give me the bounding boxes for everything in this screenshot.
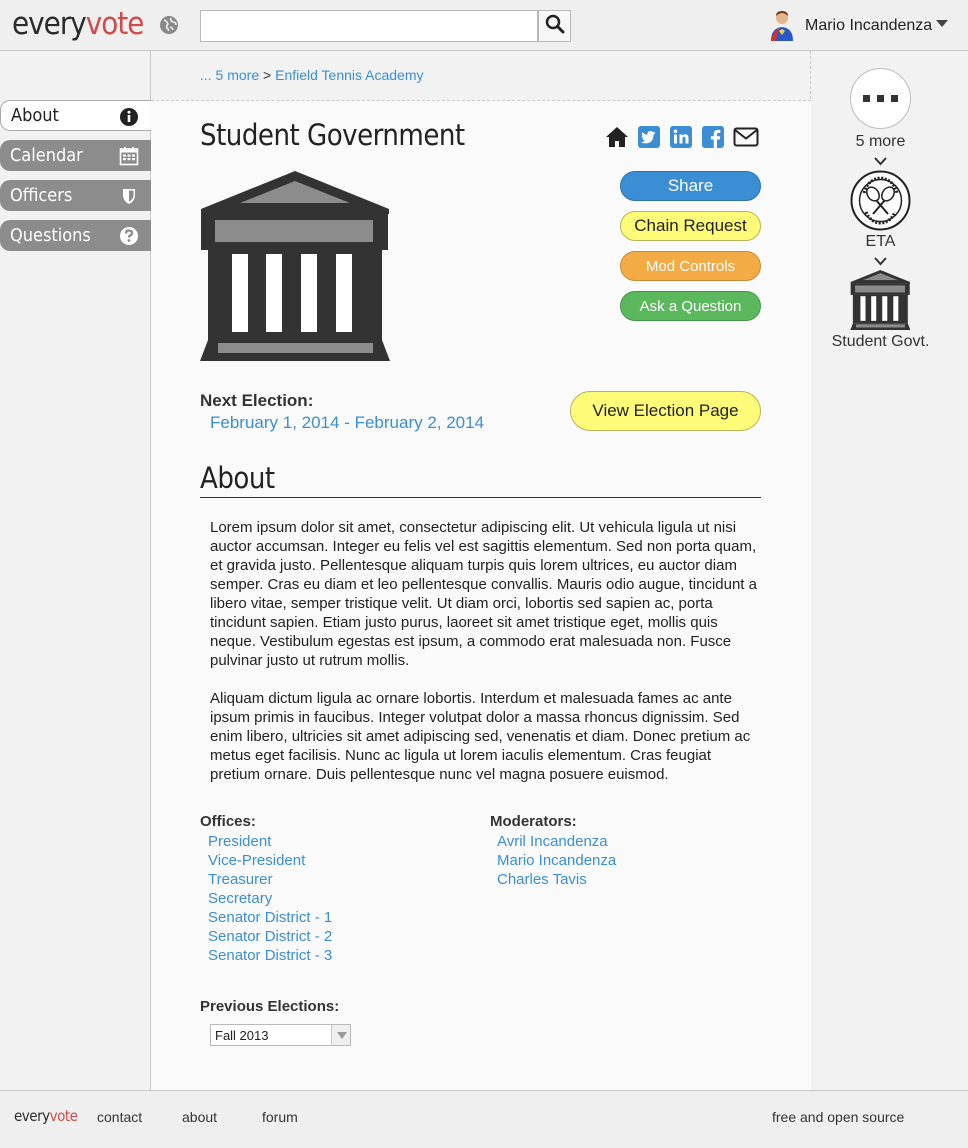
sidebar-item-label: About [11, 105, 59, 126]
offices-list: President Vice-President Treasurer Secre… [208, 832, 332, 965]
mod-controls-button[interactable]: Mod Controls [620, 251, 761, 281]
info-icon [119, 107, 139, 127]
share-icons [605, 125, 759, 149]
left-sidebar: About Calendar Officers Questions [0, 51, 151, 1090]
chevron-down-icon[interactable] [936, 20, 948, 27]
page-title: Student Government [200, 118, 465, 152]
office-link[interactable]: Senator District - 1 [208, 908, 332, 927]
footer-logo[interactable]: everyvote [14, 1107, 78, 1125]
more-ellipsis-icon[interactable] [850, 68, 911, 129]
facebook-icon[interactable] [701, 125, 725, 149]
top-bar: everyvote Mario Incandenza [0, 0, 968, 51]
sidebar-item-about[interactable]: About [0, 100, 151, 131]
sidebar-item-label: Questions [10, 225, 91, 246]
globe-icon[interactable] [158, 14, 180, 36]
main-panel: ... 5 more > Enfield Tennis Academy Stud… [151, 51, 811, 1090]
about-paragraph-1: Lorem ipsum dolor sit amet, consectetur … [210, 519, 757, 669]
email-icon[interactable] [733, 125, 759, 149]
office-link[interactable]: Vice-President [208, 851, 332, 870]
twitter-icon[interactable] [637, 125, 661, 149]
moderator-link[interactable]: Charles Tavis [497, 870, 616, 889]
select-value: Fall 2013 [215, 1028, 269, 1043]
sidebar-item-calendar[interactable]: Calendar [0, 140, 151, 171]
more-link[interactable]: 5 more [811, 133, 950, 151]
about-heading: About [200, 461, 761, 498]
breadcrumb-current-link[interactable]: Enfield Tennis Academy [275, 67, 423, 83]
logo-every-text: every [12, 6, 87, 42]
office-link[interactable]: Treasurer [208, 870, 332, 889]
user-name[interactable]: Mario Incandenza [805, 17, 932, 35]
footer-logo-vote: vote [49, 1107, 78, 1125]
footer-contact-link[interactable]: contact [97, 1109, 142, 1125]
breadcrumb-separator: > [263, 67, 272, 83]
student-govt-icon[interactable] [850, 270, 911, 330]
breadcrumb-more-link[interactable]: ... 5 more [200, 67, 259, 83]
ask-question-button[interactable]: Ask a Question [620, 291, 761, 321]
moderator-link[interactable]: Avril Incandenza [497, 832, 616, 851]
footer-logo-every: every [14, 1107, 50, 1125]
view-election-button[interactable]: View Election Page [570, 391, 761, 431]
next-election-dates[interactable]: February 1, 2014 - February 2, 2014 [210, 413, 484, 433]
breadcrumb: ... 5 more > Enfield Tennis Academy [200, 67, 424, 83]
sidebar-item-officers[interactable]: Officers [0, 180, 151, 211]
office-link[interactable]: Senator District - 2 [208, 927, 332, 946]
question-icon [119, 226, 139, 246]
next-election-label: Next Election: [200, 391, 314, 410]
home-icon[interactable] [605, 125, 629, 149]
sidebar-item-label: Calendar [10, 145, 83, 166]
sidebar-item-questions[interactable]: Questions [0, 220, 151, 251]
logo-vote-text: vote [85, 6, 145, 42]
footer-forum-link[interactable]: forum [262, 1109, 298, 1125]
offices-label: Offices: [200, 813, 256, 830]
chain-request-button[interactable]: Chain Request [620, 211, 761, 241]
share-button[interactable]: Share [620, 171, 761, 201]
previous-elections-label: Previous Elections: [200, 998, 340, 1015]
shield-icon [119, 186, 139, 206]
moderators-list: Avril Incandenza Mario Incandenza Charle… [497, 832, 616, 889]
content-area: Student Government Share Chain Request M… [151, 100, 811, 1090]
office-link[interactable]: Senator District - 3 [208, 946, 332, 965]
eta-label[interactable]: ETA [811, 233, 950, 251]
footer-about-link[interactable]: about [182, 1109, 217, 1125]
footer-foss-link[interactable]: free and open source [772, 1109, 904, 1125]
previous-elections-select[interactable]: Fall 2013 [210, 1024, 351, 1046]
sidebar-item-label: Officers [10, 185, 73, 206]
about-paragraph-2: Aliquam dictum ligula ac ornare lobortis… [210, 690, 751, 783]
chevron-down-icon[interactable] [331, 1025, 350, 1045]
chevron-down-icon[interactable] [874, 253, 887, 266]
footer: everyvote contact about forum free and o… [0, 1090, 968, 1148]
search-button[interactable] [538, 10, 571, 42]
calendar-icon [119, 146, 139, 166]
moderators-label: Moderators: [490, 813, 577, 830]
moderator-link[interactable]: Mario Incandenza [497, 851, 616, 870]
student-govt-label[interactable]: Student Govt. [811, 333, 950, 351]
search-icon [545, 14, 565, 39]
linkedin-icon[interactable] [669, 125, 693, 149]
student-government-icon [200, 171, 391, 361]
office-link[interactable]: President [208, 832, 332, 851]
avatar[interactable] [768, 10, 796, 42]
eta-logo[interactable] [850, 170, 911, 231]
everyvote-logo[interactable]: everyvote [12, 6, 145, 42]
right-sidebar: 5 more ETA Student Govt. [811, 51, 968, 1090]
search-input[interactable] [200, 10, 538, 42]
office-link[interactable]: Secretary [208, 889, 332, 908]
chevron-down-icon[interactable] [874, 153, 887, 166]
